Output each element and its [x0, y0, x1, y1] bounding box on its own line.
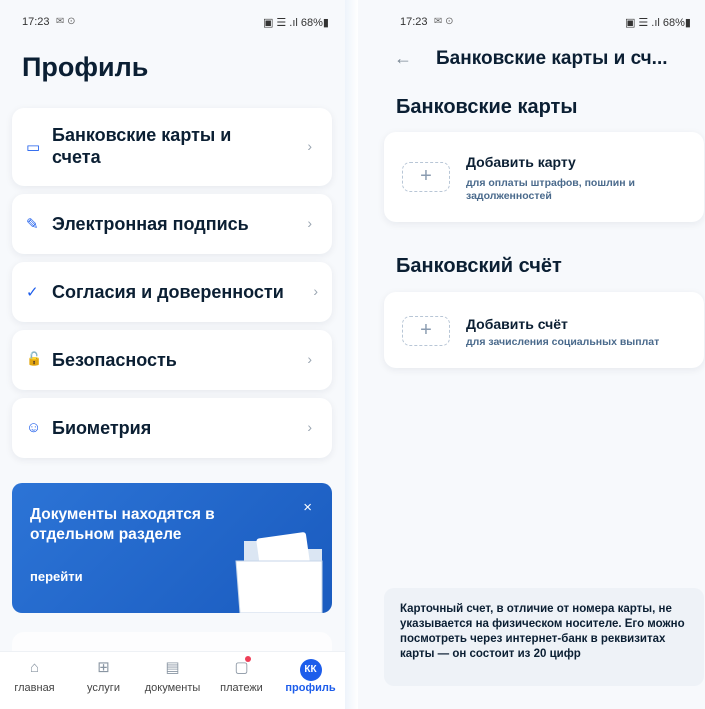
- profile-screen: 17:23 ✉ ⊙ ▣ ☰ .ıl 68%▮ Профиль ▭ Банковс…: [0, 0, 345, 709]
- chevron-right-icon: ›: [307, 215, 312, 231]
- tab-profile[interactable]: КК профиль: [276, 658, 345, 694]
- chevron-right-icon: ›: [307, 419, 312, 435]
- folder-illustration: [235, 532, 323, 613]
- home-icon: ⌂: [29, 659, 40, 676]
- menu-item-biometrics[interactable]: ☺ Биометрия ›: [12, 398, 332, 458]
- notification-dot: [245, 656, 251, 662]
- status-bar: 17:23 ✉ ⊙ ▣ ☰ .ıl 68%▮: [22, 16, 329, 32]
- menu-item-label: Биометрия: [52, 418, 152, 438]
- plus-icon: +: [402, 162, 450, 192]
- menu-item-security[interactable]: 🔓 Безопасность ›: [12, 330, 332, 390]
- menu-item-label: Электронная подпись: [52, 214, 249, 234]
- page-title: Профиль: [22, 52, 149, 82]
- documents-banner[interactable]: Документы находятся в отдельном разделе …: [12, 483, 332, 613]
- screen-divider: [345, 0, 358, 709]
- status-time: 17:23: [22, 16, 50, 28]
- info-note: Карточный счет, в отличие от номера карт…: [384, 588, 704, 686]
- tab-label: платежи: [220, 682, 263, 694]
- avatar: КК: [299, 659, 322, 681]
- add-card-title: Добавить карту: [466, 154, 576, 170]
- notification-icons: ✉ ⊙: [56, 16, 76, 27]
- menu-item-bank-cards[interactable]: ▭ Банковские карты и счета ›: [12, 108, 332, 186]
- add-account-subtitle: для зачисления социальных выплат: [466, 336, 660, 348]
- menu-item-label: Банковские карты и счета: [52, 125, 232, 167]
- tab-services[interactable]: ⊞ услуги: [69, 658, 138, 694]
- notification-icons: ✉ ⊙: [434, 16, 454, 27]
- menu-item-consents[interactable]: ✓ Согласия и доверенности ›: [12, 262, 332, 322]
- close-icon[interactable]: ×: [303, 499, 312, 516]
- tab-label: услуги: [87, 682, 120, 694]
- status-time: 17:23: [400, 16, 428, 28]
- tab-label: главная: [14, 682, 55, 694]
- check-circle-icon: ✓: [26, 284, 39, 301]
- menu-item-label: Безопасность: [52, 350, 177, 370]
- plus-icon: +: [402, 316, 450, 346]
- page-title: Банковские карты и сч...: [436, 48, 668, 69]
- system-indicators: ▣ ☰ .ıl 68%▮: [262, 17, 329, 29]
- services-icon: ⊞: [97, 659, 110, 676]
- tab-label: документы: [144, 682, 201, 694]
- system-indicators: ▣ ☰ .ıl 68%▮: [624, 17, 691, 29]
- status-bar: 17:23 ✉ ⊙ ▣ ☰ .ıl 68%▮: [400, 16, 691, 32]
- add-card-button[interactable]: + Добавить карту для оплаты штрафов, пош…: [384, 132, 704, 222]
- payments-icon: ▢: [207, 656, 276, 678]
- tab-home[interactable]: ⌂ главная: [0, 658, 69, 694]
- menu-item-e-signature[interactable]: ✎ Электронная подпись ›: [12, 194, 332, 254]
- banner-link[interactable]: перейти: [30, 569, 83, 584]
- menu-item-label: Согласия и доверенности: [52, 282, 284, 302]
- pen-icon: ✎: [26, 216, 39, 233]
- chevron-right-icon: ›: [307, 351, 312, 367]
- documents-icon: ▤: [165, 659, 180, 676]
- add-account-title: Добавить счёт: [466, 316, 568, 332]
- back-arrow-icon[interactable]: ←: [394, 48, 412, 69]
- card-icon: ▭: [26, 139, 41, 156]
- chevron-right-icon: ›: [313, 283, 318, 299]
- lock-icon: 🔓: [26, 351, 43, 366]
- bank-cards-screen: 17:23 ✉ ⊙ ▣ ☰ .ıl 68%▮ ← Банковские карт…: [358, 0, 705, 709]
- tab-payments[interactable]: ▢ платежи: [207, 656, 276, 694]
- section-heading-account: Банковский счёт: [396, 255, 562, 277]
- add-card-subtitle: для оплаты штрафов, пошлин и задолженнос…: [466, 177, 635, 202]
- add-account-button[interactable]: + Добавить счёт для зачисления социальны…: [384, 292, 704, 368]
- face-scan-icon: ☺: [26, 419, 42, 436]
- tab-label: профиль: [285, 682, 336, 694]
- banner-title: Документы находятся в отдельном разделе: [30, 506, 215, 543]
- section-heading-cards: Банковские карты: [396, 96, 578, 118]
- bottom-tab-bar: ⌂ главная ⊞ услуги ▤ документы ▢ платежи…: [0, 651, 345, 709]
- chevron-right-icon: ›: [307, 138, 312, 154]
- tab-documents[interactable]: ▤ документы: [138, 658, 207, 694]
